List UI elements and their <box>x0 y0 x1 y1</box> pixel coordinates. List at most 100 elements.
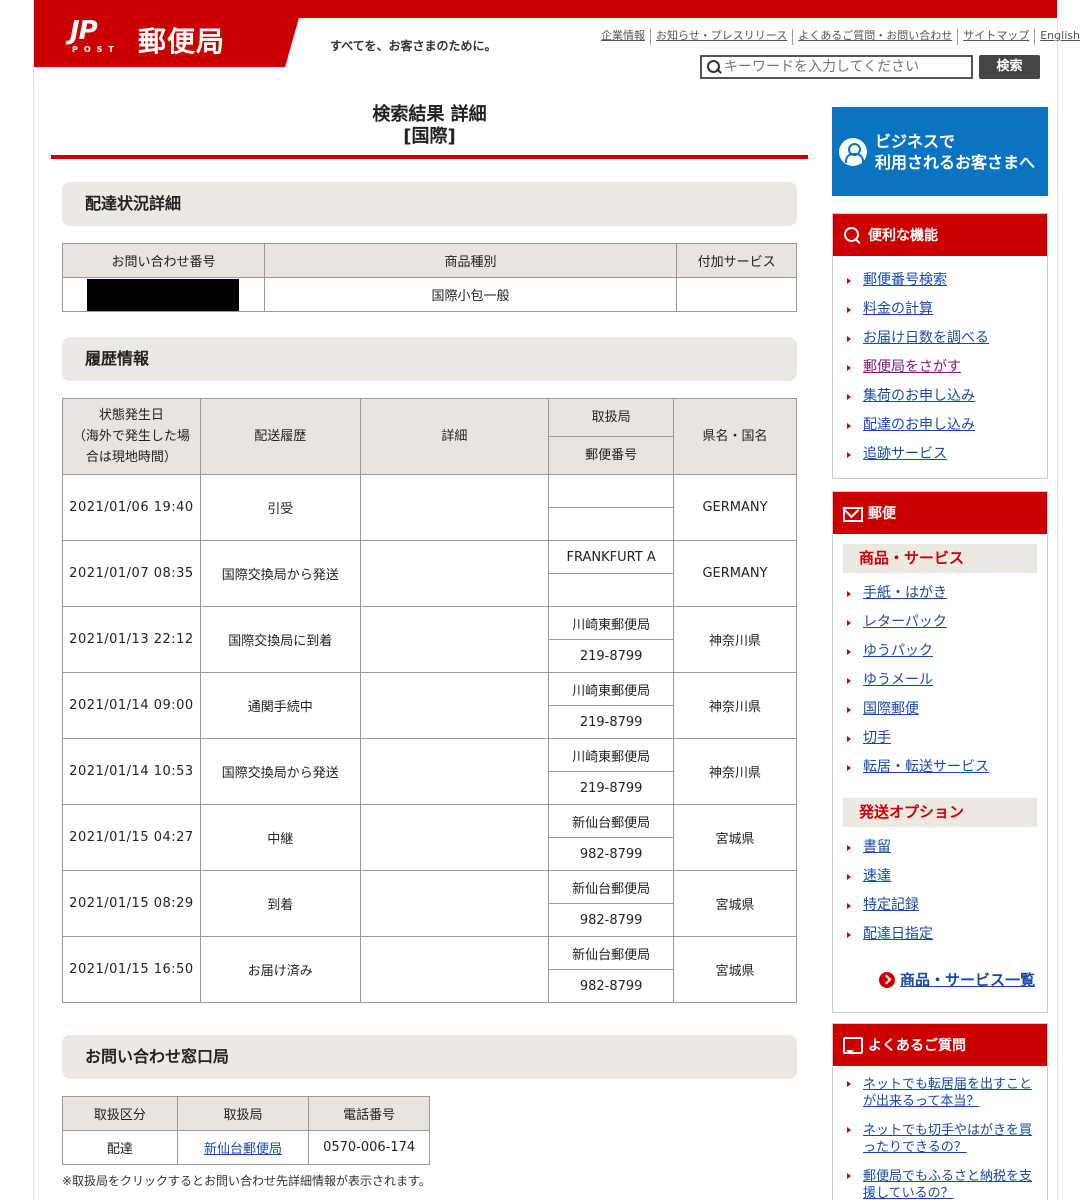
history-detail <box>359 738 550 805</box>
sidebar-item-useful-label: 配達のお申し込み <box>863 417 975 433</box>
products-subheading: 商品・サービス <box>843 544 1037 573</box>
table-row: 2021/01/07 08:35 国際交換局から発送 FRANKFURT A GERM… <box>62 540 797 607</box>
sidebar-item-useful-label: 追跡サービス <box>863 446 947 462</box>
business-banner[interactable]: ビジネスで 利用されるお客さまへ <box>832 107 1048 196</box>
useful-features-box: 便利な機能 郵便番号検索料金の計算お届け日数を調べる 郵便局をさがす 集荷のお申し込… <box>832 213 1048 479</box>
history-status: 中継 <box>199 804 361 871</box>
contact-table: 取扱区分 取扱局 電話番号 配達 新仙台郵便局 0570-006-174 <box>62 1096 430 1165</box>
sidebar-item-option[interactable]: 書留 <box>847 833 1047 862</box>
sidebar-item-useful[interactable]: 料金の計算 <box>847 295 1047 324</box>
column-header-status: 配送履歴 <box>199 398 361 475</box>
mail-icon <box>842 503 863 523</box>
sidebar-item-useful[interactable]: 郵便番号検索 <box>847 266 1047 295</box>
page-frame-left <box>33 0 34 1200</box>
history-detail <box>359 606 550 673</box>
history-postal: 982-8799 <box>548 903 675 937</box>
column-header: 取扱局 <box>176 1096 310 1131</box>
table-row: 2021/01/13 22:12 国際交換局に到着 川崎東郵便局 神奈川県 <box>62 606 797 673</box>
faq-box: よくあるご質問 ネットでも転居届を出すことが出来るって本当？ ネットでも切手やはが… <box>832 1023 1048 1200</box>
useful-features-header: 便利な機能 <box>833 214 1047 256</box>
sidebar-item-product-label: レターパック <box>863 614 947 630</box>
sidebar-item-product-label: 国際郵便 <box>863 701 919 717</box>
sidebar-item-faq[interactable]: 郵便局でもふるさと納税を支援しているの？ <box>847 1168 1037 1200</box>
util-link-english[interactable]: English <box>1034 29 1085 45</box>
title-divider <box>51 155 808 159</box>
table-row: 2021/01/06 19:40 引受 GERMANY <box>62 474 797 541</box>
history-office: 新仙台郵便局 <box>548 804 675 838</box>
sidebar-item-useful[interactable]: 集荷のお申し込み <box>847 382 1047 411</box>
history-region: 神奈川県 <box>673 672 797 739</box>
sidebar-item-useful-label: お届け日数を調べる <box>863 330 989 346</box>
history-office: 新仙台郵便局 <box>548 870 675 904</box>
sidebar-item-faq[interactable]: ネットでも切手やはがきを買ったりできるの？ <box>847 1122 1037 1156</box>
contact-phone: 0570-006-174 <box>308 1130 430 1165</box>
sidebar-item-product[interactable]: 切手 <box>847 724 1047 753</box>
tagline: すべてを、お客さまのために。 <box>330 39 497 53</box>
contact-office-cell: 新仙台郵便局 <box>176 1130 310 1165</box>
search-button[interactable]: 検索 <box>979 55 1040 79</box>
sidebar-item-option-label: 書留 <box>863 839 891 855</box>
sidebar-item-product-label: ゆうパック <box>863 643 933 659</box>
sidebar-item-useful-label: 料金の計算 <box>863 301 933 317</box>
history-detail <box>359 540 550 607</box>
sidebar-item-useful[interactable]: お届け日数を調べる <box>847 324 1047 353</box>
history-status: 引受 <box>199 474 361 541</box>
history-date: 2021/01/13 22:12 <box>62 606 201 673</box>
history-region: 宮城県 <box>673 804 797 871</box>
page: JP POST 郵便局 すべてを、お客さまのために。 企業情報 お知らせ・プレス… <box>0 0 1091 1200</box>
util-link-faq[interactable]: よくあるご質問・お問い合わせ <box>792 29 957 45</box>
util-link-sitemap[interactable]: サイトマップ <box>957 29 1034 45</box>
table-row: 2021/01/15 16:50 お届け済み 新仙台郵便局 宮城県 <box>62 936 797 1003</box>
sidebar-item-product[interactable]: ゆうパック <box>847 637 1047 666</box>
util-link-company[interactable]: 企業情報 <box>598 29 650 45</box>
table-row: 2021/01/14 09:00 通関手続中 川崎東郵便局 神奈川県 <box>62 672 797 739</box>
sidebar-item-product[interactable]: 転居・転送サービス <box>847 753 1047 782</box>
all-products-link[interactable]: 商品・サービス一覧 <box>833 969 1047 990</box>
section-delivery-detail: 配達状況詳細 <box>62 182 797 226</box>
history-postal <box>548 507 675 541</box>
sidebar-item-option[interactable]: 特定記録 <box>847 891 1047 920</box>
sidebar-item-useful[interactable]: 配達のお申し込み <box>847 411 1047 440</box>
history-date: 2021/01/15 16:50 <box>62 936 201 1003</box>
sidebar-item-option-label: 速達 <box>863 868 891 884</box>
sidebar-item-product[interactable]: 手紙・はがき <box>847 579 1047 608</box>
column-header: 商品種別 <box>263 243 678 278</box>
sidebar-item-faq[interactable]: ネットでも転居届を出すことが出来るって本当？ <box>847 1076 1037 1110</box>
sidebar-item-product-label: ゆうメール <box>863 672 933 688</box>
sidebar-item-product-label: 切手 <box>863 730 891 746</box>
history-postal: 219-8799 <box>548 639 675 673</box>
page-title-line2: [国際] <box>403 126 456 147</box>
history-region: GERMANY <box>673 540 797 607</box>
jp-post-logo-icon[interactable]: JP <box>70 18 98 44</box>
util-link-news[interactable]: お知らせ・プレスリリース <box>650 29 792 45</box>
history-region: 宮城県 <box>673 870 797 937</box>
sidebar-item-useful-label: 郵便局をさがす <box>863 359 961 375</box>
history-office: FRANKFURT A <box>548 540 675 574</box>
column-header: 付加サービス <box>676 243 797 278</box>
column-header-office: 取扱局 <box>548 398 675 437</box>
history-detail <box>359 672 550 739</box>
history-status: 国際交換局から発送 <box>199 540 361 607</box>
history-date: 2021/01/15 04:27 <box>62 804 201 871</box>
sidebar-item-useful-label: 集荷のお申し込み <box>863 388 975 404</box>
faq-list: ネットでも転居届を出すことが出来るって本当？ ネットでも切手やはがきを買ったりでき… <box>833 1066 1047 1200</box>
contact-office-link[interactable]: 新仙台郵便局 <box>204 1142 282 1157</box>
history-region: GERMANY <box>673 474 797 541</box>
logo-name[interactable]: 郵便局 <box>138 20 225 60</box>
history-postal: 982-8799 <box>548 969 675 1003</box>
sidebar-item-product[interactable]: ゆうメール <box>847 666 1047 695</box>
sidebar-item-product[interactable]: 国際郵便 <box>847 695 1047 724</box>
search-input[interactable] <box>724 58 964 76</box>
sidebar-item-product[interactable]: レターパック <box>847 608 1047 637</box>
history-status: 国際交換局から発送 <box>199 738 361 805</box>
sidebar-item-option[interactable]: 速達 <box>847 862 1047 891</box>
history-status: 通関手続中 <box>199 672 361 739</box>
sidebar-item-useful[interactable]: 郵便局をさがす <box>847 353 1047 382</box>
history-detail <box>359 936 550 1003</box>
history-postal: 982-8799 <box>548 837 675 871</box>
sidebar-item-option[interactable]: 配達日指定 <box>847 920 1047 949</box>
search-box <box>700 55 973 79</box>
chevron-right-icon <box>878 971 895 988</box>
sidebar-item-useful[interactable]: 追跡サービス <box>847 440 1047 469</box>
table-row: 配達 新仙台郵便局 0570-006-174 <box>62 1130 430 1165</box>
